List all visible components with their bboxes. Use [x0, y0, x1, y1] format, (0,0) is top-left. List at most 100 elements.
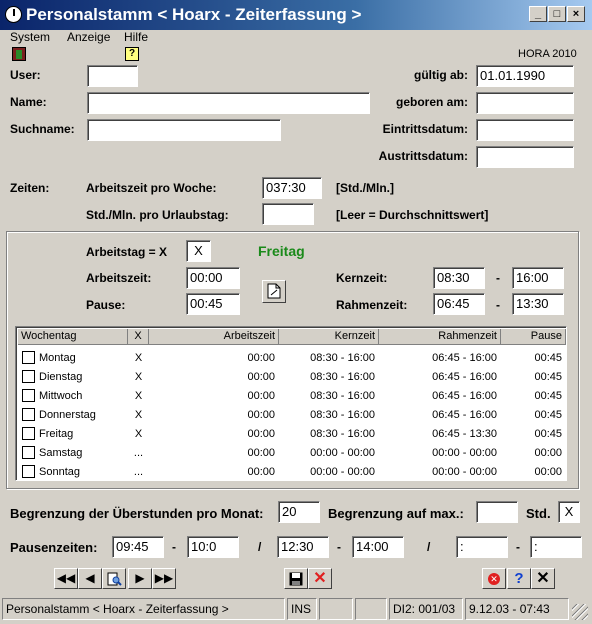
search-document-icon	[107, 572, 122, 586]
name-input[interactable]	[87, 92, 370, 114]
geboren-label: geboren am:	[395, 95, 468, 109]
arbeitstag-input[interactable]: X	[186, 240, 211, 262]
row-day: Donnerstag	[39, 409, 96, 421]
ueberstunden-input[interactable]: 20	[278, 501, 320, 523]
day-checkbox[interactable]	[22, 389, 35, 402]
geboren-input[interactable]	[476, 92, 574, 114]
title-bar: Personalstamm < Hoarx - Zeiterfassung > …	[0, 0, 592, 30]
app-clock-icon[interactable]	[5, 6, 22, 23]
table-row[interactable]: Dienstag X 00:00 08:30 - 16:00 06:45 - 16:00…	[18, 368, 566, 386]
table-row[interactable]: Mittwoch X 00:00 08:30 - 16:00 06:45 - 16:00…	[18, 387, 566, 405]
day-checkbox[interactable]	[22, 351, 35, 364]
suchname-input[interactable]	[87, 119, 281, 141]
last-icon: ▶▶	[154, 571, 174, 585]
zeiten-label: Zeiten:	[10, 181, 50, 195]
status-ins: INS	[287, 598, 317, 620]
minimize-button[interactable]: _	[529, 6, 547, 22]
day-checkbox[interactable]	[22, 446, 35, 459]
save-button[interactable]	[284, 568, 308, 589]
first-icon: ◀◀	[56, 571, 76, 585]
row-pause: 00:45	[534, 428, 562, 440]
pause1-from-input[interactable]: 09:45	[112, 536, 164, 558]
day-checkbox[interactable]	[22, 370, 35, 383]
next-icon: ▶	[135, 571, 145, 585]
week-table[interactable]: Wochentag X Arbeitszeit Kernzeit Rahmenz…	[15, 326, 567, 481]
rahmenzeit-to-input[interactable]: 13:30	[512, 293, 564, 315]
kernzeit-from-input[interactable]: 08:30	[433, 267, 485, 289]
arbeitstag-label: Arbeitstag = X	[86, 245, 168, 259]
menu-hilfe[interactable]: Hilfe	[124, 30, 148, 44]
suchname-label: Suchname:	[10, 122, 75, 136]
row-arbeitszeit: 00:00	[247, 428, 275, 440]
table-row[interactable]: Sonntag... 00:00 00:00 - 00:00 00:00 - 00:0…	[18, 463, 566, 480]
woche-label: Arbeitszeit pro Woche:	[86, 181, 217, 195]
day-checkbox[interactable]	[22, 465, 35, 478]
col-header-x[interactable]: X	[128, 329, 149, 345]
help-query-icon[interactable]: ?	[125, 47, 139, 61]
search-record-button[interactable]	[102, 568, 126, 589]
row-arbeitszeit: 00:00	[247, 447, 275, 459]
row-kernzeit: 08:30 - 16:00	[310, 428, 375, 440]
austritt-label: Austrittsdatum:	[378, 149, 468, 163]
copy-day-button[interactable]	[262, 280, 286, 303]
rahmenzeit-from-input[interactable]: 06:45	[433, 293, 485, 315]
last-record-button[interactable]: ▶▶	[152, 568, 176, 589]
next-record-button[interactable]: ▶	[128, 568, 152, 589]
kernzeit-to-input[interactable]: 16:00	[512, 267, 564, 289]
col-header-arbeitszeit[interactable]: Arbeitszeit	[149, 329, 279, 345]
arbeitszeit-input[interactable]: 00:00	[186, 267, 240, 289]
pause3-from-input[interactable]: :	[456, 536, 508, 558]
pause2-from-input[interactable]: 12:30	[277, 536, 329, 558]
col-header-rahmenzeit[interactable]: Rahmenzeit	[379, 329, 501, 345]
pause2-dash: -	[337, 540, 341, 554]
woche-input[interactable]: 037:30	[262, 177, 322, 199]
maximize-button[interactable]: □	[548, 6, 566, 22]
urlaub-input[interactable]	[262, 203, 314, 225]
row-pause: 00:45	[534, 352, 562, 364]
status-title: Personalstamm < Hoarx - Zeiterfassung >	[2, 598, 285, 620]
close-window-button[interactable]: ×	[567, 6, 585, 22]
woche-unit: [Std./Mln.]	[336, 181, 394, 195]
status-datetime: 9.12.03 - 07:43	[465, 598, 569, 620]
table-row[interactable]: Freitag X 00:00 08:30 - 16:00 06:45 - 13:30 0…	[18, 425, 566, 443]
status-empty-2	[355, 598, 387, 620]
pause2-to-input[interactable]: 14:00	[352, 536, 404, 558]
row-rahmenzeit: 00:00 - 00:00	[432, 466, 497, 478]
menu-anzeige[interactable]: Anzeige	[67, 30, 110, 44]
floppy-disk-icon	[289, 572, 303, 586]
help-button[interactable]: ?	[507, 568, 531, 589]
austritt-input[interactable]	[476, 146, 574, 168]
user-input[interactable]	[87, 65, 138, 87]
pause3-to-input[interactable]: :	[530, 536, 582, 558]
std-input[interactable]: X	[558, 501, 580, 523]
resize-grip[interactable]	[572, 604, 588, 620]
col-header-kernzeit[interactable]: Kernzeit	[279, 329, 379, 345]
row-kernzeit: 08:30 - 16:00	[310, 390, 375, 402]
col-header-wochentag[interactable]: Wochentag	[18, 329, 128, 345]
pause2-slash: /	[258, 540, 262, 554]
col-header-pause[interactable]: Pause	[501, 329, 566, 345]
eintritt-input[interactable]	[476, 119, 574, 141]
row-kernzeit: 08:30 - 16:00	[310, 409, 375, 421]
day-checkbox[interactable]	[22, 427, 35, 440]
close-form-button[interactable]: ✕	[531, 568, 555, 589]
status-empty-1	[319, 598, 353, 620]
table-row[interactable]: Samstag... 00:00 00:00 - 00:00 00:00 - 00:0…	[18, 444, 566, 462]
first-record-button[interactable]: ◀◀	[54, 568, 78, 589]
exit-door-icon[interactable]	[12, 47, 26, 61]
day-checkbox[interactable]	[22, 408, 35, 421]
gueltig-input[interactable]: 01.01.1990	[476, 65, 574, 87]
prev-record-button[interactable]: ◀	[78, 568, 102, 589]
kernzeit-dash: -	[496, 271, 500, 285]
pause-input[interactable]: 00:45	[186, 293, 240, 315]
row-day: Samstag	[39, 447, 83, 459]
max-input[interactable]	[476, 501, 518, 523]
delete-button[interactable]: ✕	[482, 568, 506, 589]
row-x: X	[134, 371, 143, 383]
table-row[interactable]: Donnerstag X 00:00 08:30 - 16:00 06:45 - 16:…	[18, 406, 566, 424]
menu-system[interactable]: System	[10, 30, 50, 44]
table-row[interactable]: Montag X 00:00 08:30 - 16:00 06:45 - 16:00 00…	[18, 349, 566, 367]
pause1-to-input[interactable]: 10:0	[187, 536, 239, 558]
cancel-edit-button[interactable]: ✕	[308, 568, 332, 589]
row-arbeitszeit: 00:00	[247, 390, 275, 402]
